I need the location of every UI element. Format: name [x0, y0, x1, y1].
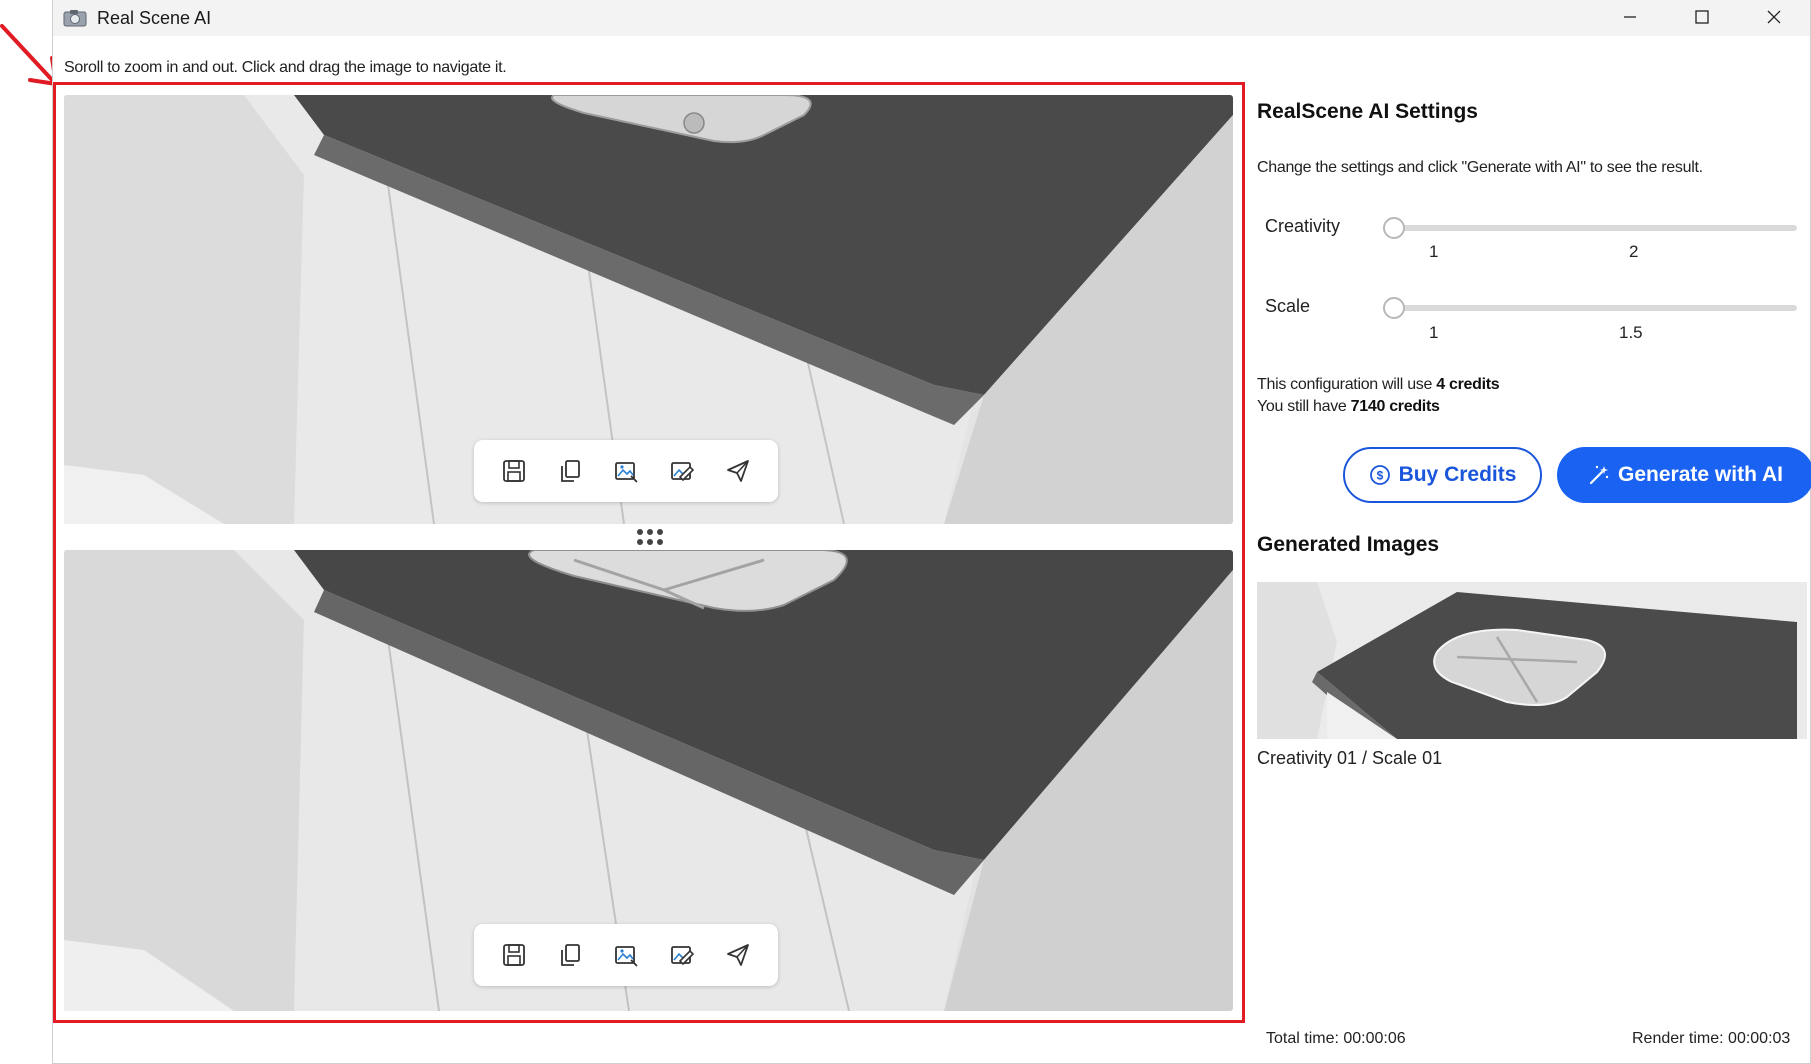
settings-title: RealScene AI Settings — [1257, 100, 1478, 123]
close-button[interactable] — [1738, 0, 1810, 34]
generated-render-pane[interactable] — [64, 550, 1233, 1011]
camera-app-icon — [63, 10, 87, 27]
copy-icon — [561, 460, 580, 482]
creativity-slider-track[interactable] — [1387, 225, 1797, 231]
minimize-icon — [1624, 16, 1636, 18]
title-bar: Real Scene AI — [53, 0, 1810, 36]
save-button[interactable] — [494, 935, 534, 975]
send-button[interactable] — [718, 935, 758, 975]
generated-images-title: Generated Images — [1257, 533, 1440, 556]
send-button[interactable] — [718, 451, 758, 491]
generate-with-ai-button[interactable]: Generate with AI — [1557, 447, 1811, 503]
generated-image-caption: Creativity 01 / Scale 01 — [1257, 748, 1443, 768]
creativity-tick: 2 — [1629, 242, 1639, 261]
image-export-icon — [615, 946, 638, 967]
scale-slider-track[interactable] — [1387, 305, 1797, 311]
settings-description: Change the settings and click "Generate … — [1257, 159, 1703, 176]
credits-balance-amount: 7140 credits — [1350, 398, 1440, 415]
generate-label: Generate with AI — [1618, 463, 1783, 486]
buy-credits-button[interactable]: $ Buy Credits — [1343, 447, 1542, 503]
copy-button[interactable] — [550, 935, 590, 975]
window-title: Real Scene AI — [97, 7, 212, 28]
export-image-button[interactable] — [606, 935, 646, 975]
buy-credits-label: Buy Credits — [1398, 463, 1517, 486]
save-icon — [503, 944, 525, 966]
image-edit-icon — [671, 462, 695, 482]
scale-label: Scale — [1265, 296, 1311, 316]
copy-button[interactable] — [550, 451, 590, 491]
edit-image-button[interactable] — [662, 935, 702, 975]
scale-tick: 1.5 — [1619, 323, 1643, 342]
scale-tick: 1 — [1429, 323, 1439, 342]
generated-kitchen-thumbnail-image — [1257, 582, 1807, 739]
credits-usage-text: This configuration will use 4 credits — [1257, 376, 1500, 394]
image-export-icon — [615, 462, 638, 483]
splitter-handle-icon[interactable] — [633, 526, 667, 548]
creativity-label: Creativity — [1265, 216, 1341, 236]
copy-icon — [561, 944, 580, 966]
magic-wand-icon — [1589, 465, 1609, 485]
navigation-hint: Soroll to zoom in and out. Click and dra… — [64, 59, 507, 76]
minimize-button[interactable] — [1594, 0, 1666, 34]
maximize-button[interactable] — [1666, 0, 1738, 34]
original-render-pane[interactable] — [64, 95, 1233, 524]
close-icon — [1767, 10, 1781, 24]
coin-icon: $ — [1369, 465, 1390, 485]
credits-usage-prefix: This configuration will use — [1257, 376, 1437, 393]
image-toolbar — [474, 440, 778, 502]
save-button[interactable] — [494, 451, 534, 491]
image-toolbar — [474, 924, 778, 986]
creativity-slider-thumb[interactable] — [1383, 217, 1405, 239]
settings-panel: RealScene AI Settings Change the setting… — [1257, 80, 1811, 1040]
credits-balance-text: You still have 7140 credits — [1257, 398, 1440, 416]
render-time-label: Render time: 00:00:03 — [1632, 1030, 1791, 1047]
edit-image-button[interactable] — [662, 451, 702, 491]
generated-image-thumbnail[interactable] — [1257, 582, 1807, 739]
send-icon — [727, 944, 749, 966]
screen: Real Scene AI Soroll to zoom in and out.… — [0, 0, 1811, 1064]
save-icon — [503, 460, 525, 482]
scale-slider-thumb[interactable] — [1383, 297, 1405, 319]
send-icon — [727, 460, 749, 482]
svg-text:$: $ — [1376, 469, 1383, 483]
credits-balance-prefix: You still have — [1257, 398, 1351, 415]
creativity-tick: 1 — [1429, 242, 1439, 261]
export-image-button[interactable] — [606, 451, 646, 491]
credits-usage-amount: 4 credits — [1436, 376, 1500, 393]
maximize-icon — [1695, 10, 1709, 24]
image-edit-icon — [671, 946, 695, 966]
